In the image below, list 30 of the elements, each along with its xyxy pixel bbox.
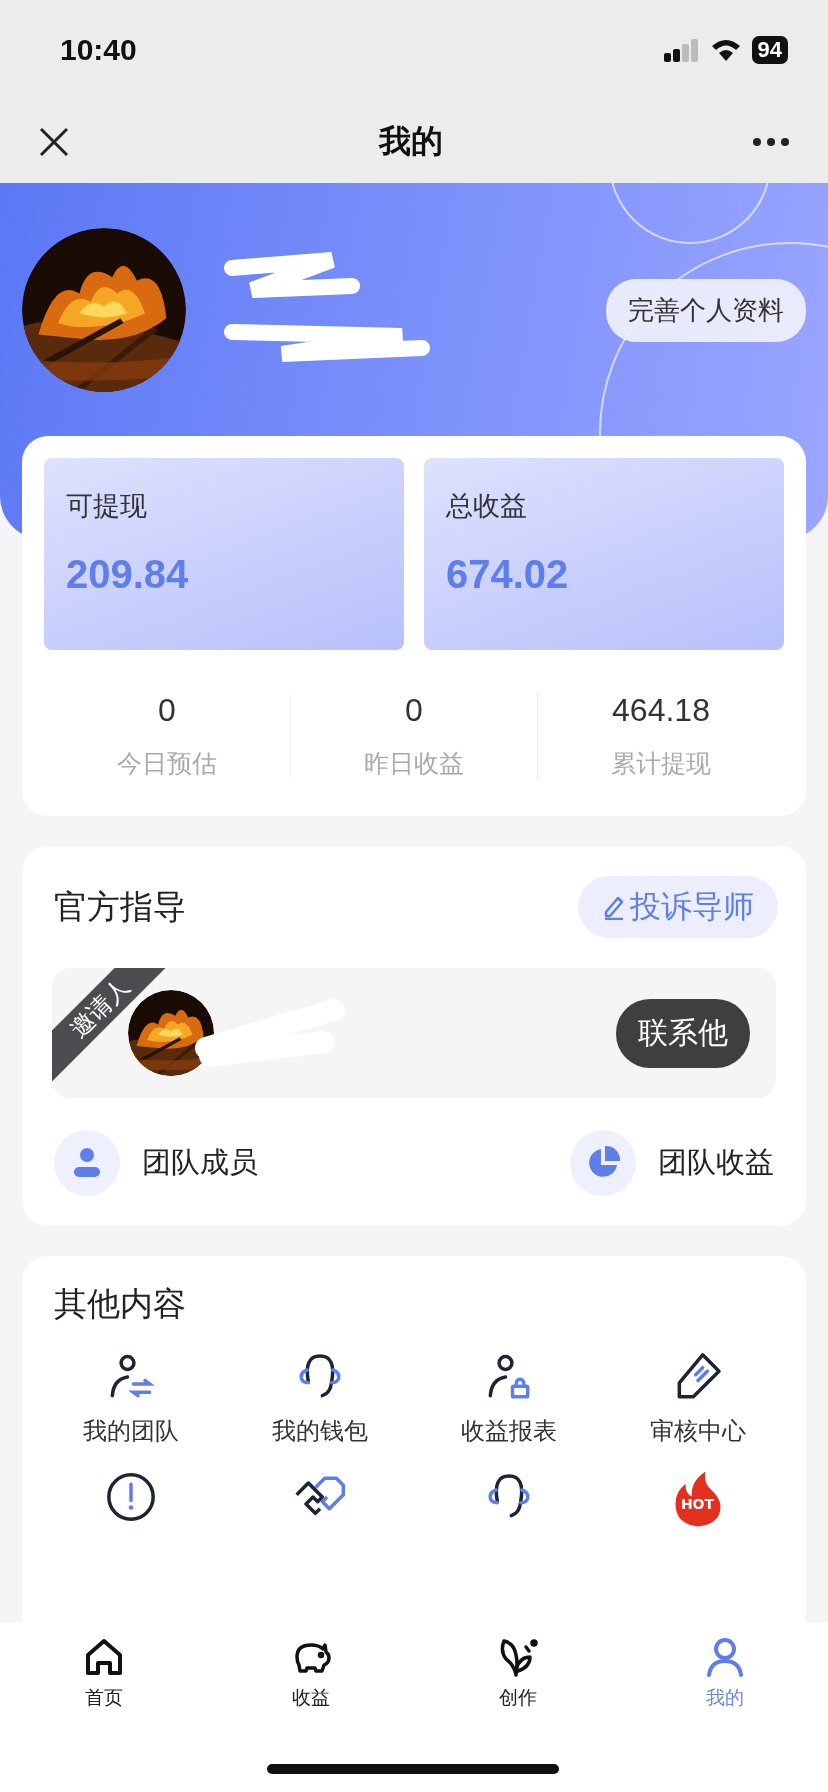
balance-amount: 209.84 (66, 552, 190, 597)
status-time: 10:40 (60, 33, 137, 67)
stat-label: 今日预估 (117, 748, 217, 780)
pencil-icon (602, 894, 626, 920)
tab-item[interactable]: 创作 (414, 1634, 621, 1712)
signal-icon (663, 38, 700, 62)
menu-item-label[interactable]: 我的团队 (82, 1415, 179, 1447)
stat-value: 464.18 (612, 692, 710, 729)
team-link[interactable]: 团队成员 (142, 1143, 258, 1183)
menu-item-label[interactable]: 审核中心 (649, 1415, 746, 1447)
menu-item-label[interactable]: 我的钱包 (271, 1415, 368, 1447)
stat-label: 昨日收益 (364, 748, 464, 780)
tab-item[interactable]: 首页 (0, 1634, 207, 1712)
menu-item-label[interactable]: 收益报表 (460, 1415, 557, 1447)
edit-profile-button[interactable]: 完善个人资料 (606, 278, 806, 342)
contact-button[interactable]: 联系他 (616, 998, 750, 1068)
stat-value: 0 (158, 692, 176, 729)
balance-amount: 674.02 (446, 552, 570, 597)
section-title: 其他内容 (54, 1283, 187, 1325)
tab-item[interactable]: 收益 (207, 1634, 414, 1712)
page-title: 我的 (379, 120, 443, 162)
balance-label: 可提现 (66, 489, 148, 523)
close-icon[interactable] (38, 125, 70, 158)
more-icon[interactable] (752, 136, 790, 147)
stat-value: 0 (405, 692, 423, 729)
team-link[interactable]: 团队收益 (658, 1143, 774, 1183)
section-title: 官方指导 (54, 885, 186, 928)
stat-label: 累计提现 (611, 748, 711, 780)
battery-level: 94 (751, 36, 788, 64)
balance-label: 总收益 (446, 489, 528, 523)
